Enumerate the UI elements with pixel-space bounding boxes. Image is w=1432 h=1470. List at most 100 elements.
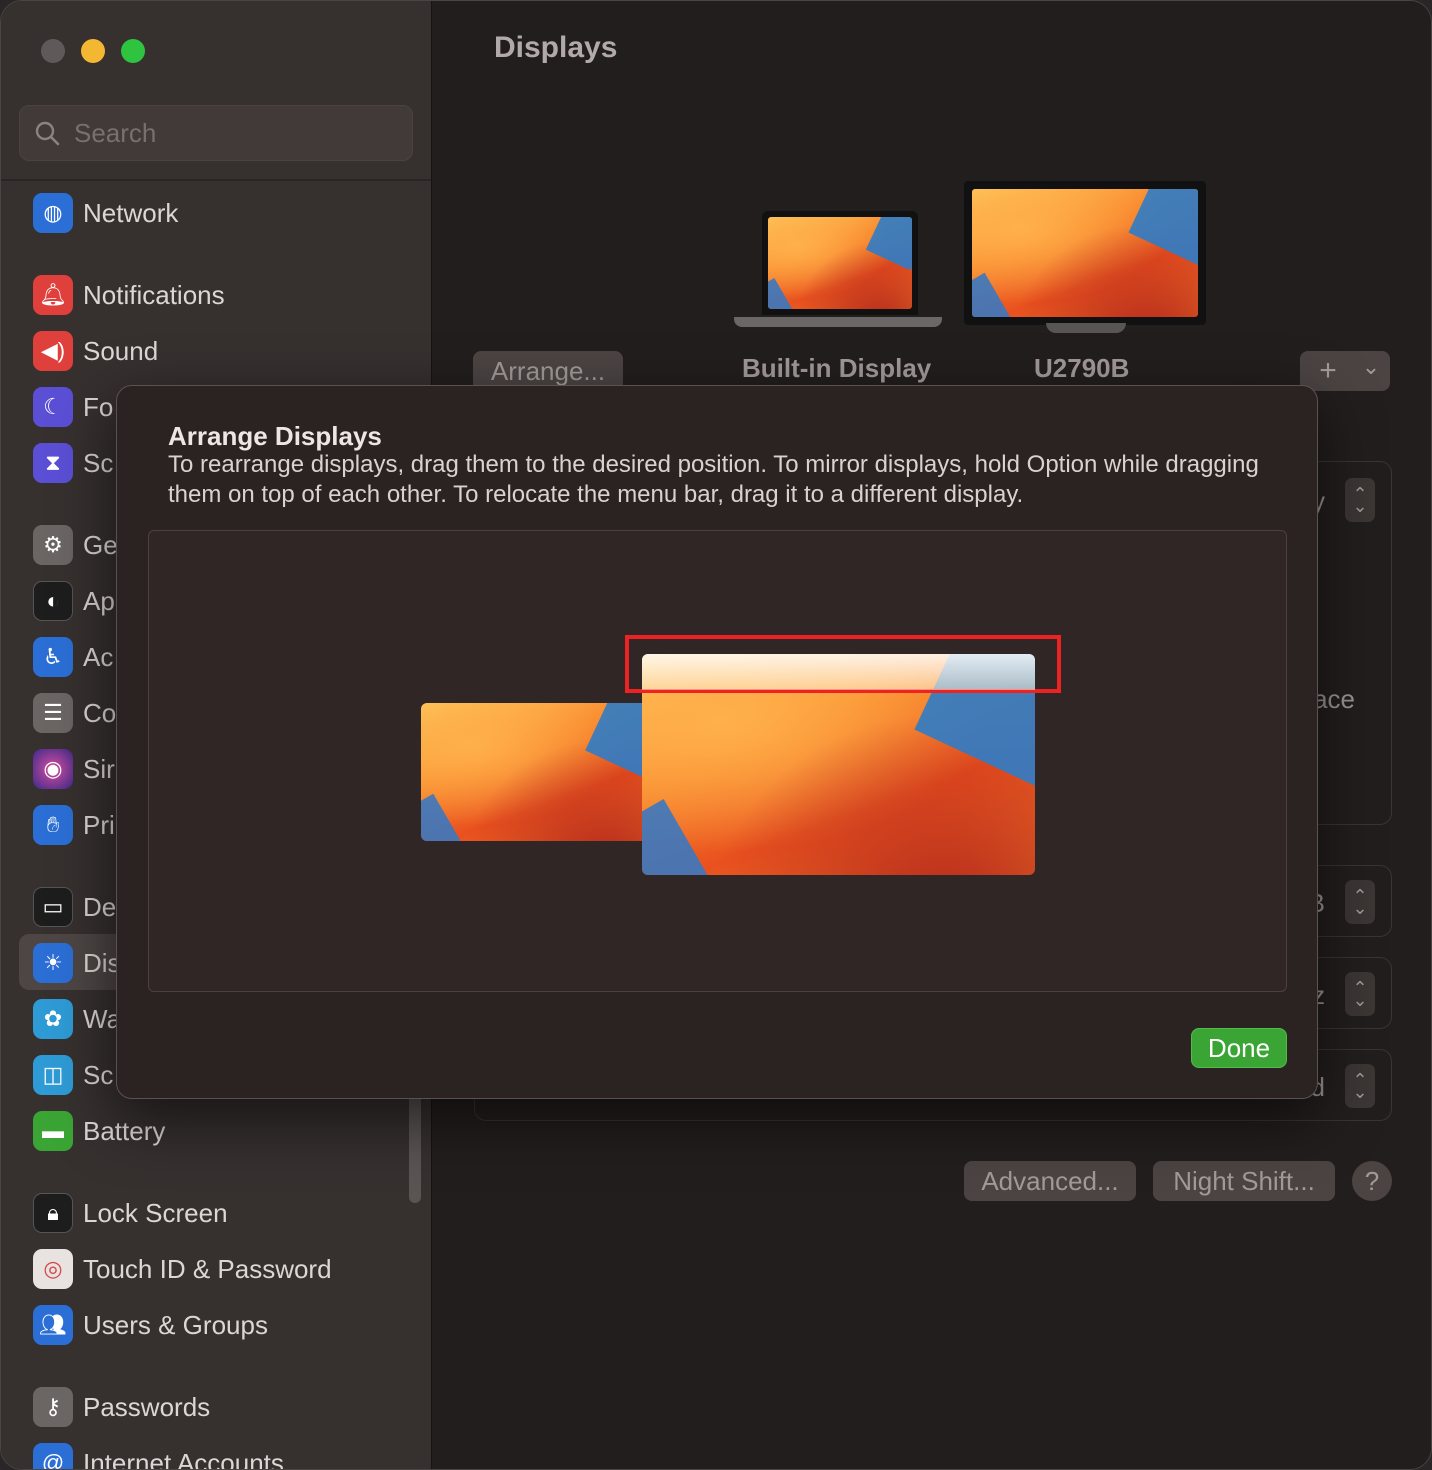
hand-icon: ✋︎ bbox=[33, 805, 73, 845]
sidebar-item-users-groups[interactable]: 👥︎ Users & Groups bbox=[33, 1303, 268, 1347]
search-icon bbox=[35, 121, 60, 146]
laptop-base bbox=[734, 317, 942, 327]
sidebar-item-focus[interactable]: ☾ Fo bbox=[33, 385, 113, 429]
appearance-icon: ◐ bbox=[33, 581, 73, 621]
night-shift-button[interactable]: Night Shift... bbox=[1153, 1161, 1335, 1201]
sidebar-item-label: Sir bbox=[83, 753, 115, 784]
sidebar-item-label: De bbox=[83, 891, 117, 922]
screensaver-icon: ◫ bbox=[33, 1055, 73, 1095]
sidebar-item-label: Internet Accounts bbox=[83, 1447, 284, 1470]
sidebar-item-label: Ge bbox=[83, 529, 118, 560]
monitor-stand bbox=[1046, 323, 1126, 333]
accessibility-icon: ♿︎ bbox=[33, 637, 73, 677]
sidebar-item-label: Ap bbox=[83, 585, 115, 616]
sidebar-item-label: Passwords bbox=[83, 1391, 211, 1422]
menu-bar-handle[interactable] bbox=[642, 654, 1035, 690]
sidebar-item-network[interactable]: ◍ Network bbox=[33, 191, 178, 235]
sidebar-item-label: Dis bbox=[83, 947, 121, 978]
system-settings-window: ◍ Network 🔔︎ Notifications ◀) Sound ☾ Fo… bbox=[0, 0, 1432, 1470]
sidebar-item-sound[interactable]: ◀) Sound bbox=[33, 329, 158, 373]
wallpaper-image bbox=[768, 217, 912, 309]
built-in-display-thumbnail[interactable] bbox=[734, 211, 942, 331]
sidebar-item-displays[interactable]: ☀ Dis bbox=[33, 941, 121, 985]
sidebar-item-accessibility[interactable]: ♿︎ Ac bbox=[33, 635, 113, 679]
sidebar-scrollbar[interactable] bbox=[409, 1091, 421, 1203]
maximize-window-button[interactable] bbox=[121, 39, 145, 63]
hourglass-icon: ⧗ bbox=[33, 443, 73, 483]
sidebar-item-label: Sound bbox=[83, 335, 159, 366]
sidebar-item-label: Pri bbox=[83, 809, 115, 840]
sidebar-divider bbox=[1, 179, 431, 181]
built-in-display-arrangement[interactable] bbox=[421, 703, 659, 841]
key-icon: ⚷ bbox=[33, 1387, 73, 1427]
speaker-icon: ◀) bbox=[33, 331, 73, 371]
sidebar-item-desktop-dock[interactable]: ▭ De bbox=[33, 885, 116, 929]
sidebar-item-label: Fo bbox=[83, 391, 114, 422]
arrange-displays-dialog: Arrange Displays To rearrange displays, … bbox=[116, 385, 1318, 1099]
advanced-button[interactable]: Advanced... bbox=[964, 1161, 1136, 1201]
traffic-lights bbox=[41, 39, 145, 63]
laptop-screen bbox=[762, 211, 918, 315]
sun-icon: ☀ bbox=[33, 943, 73, 983]
setting-label-partial: ace bbox=[1313, 684, 1355, 714]
sidebar-item-general[interactable]: ⚙ Ge bbox=[33, 523, 118, 567]
globe-icon: ◍ bbox=[33, 193, 73, 233]
add-display-button[interactable]: + ⌄ bbox=[1300, 351, 1390, 391]
stepper-icon[interactable]: ⌃ ⌄ bbox=[1345, 972, 1375, 1016]
sidebar-item-label: Ac bbox=[83, 641, 114, 672]
moon-icon: ☾ bbox=[33, 387, 73, 427]
sidebar-item-wallpaper[interactable]: ✿ Wa bbox=[33, 997, 121, 1041]
u2790b-display-arrangement[interactable] bbox=[642, 654, 1035, 875]
sidebar-item-internet-accounts[interactable]: @ Internet Accounts bbox=[33, 1441, 284, 1470]
sidebar-item-screen-time[interactable]: ⧗ Sc bbox=[33, 441, 113, 485]
sidebar-item-label: Battery bbox=[83, 1115, 166, 1146]
sidebar-item-privacy[interactable]: ✋︎ Pri bbox=[33, 803, 115, 847]
sidebar-item-label: Co bbox=[83, 697, 117, 728]
built-in-display-label: Built-in Display bbox=[742, 353, 932, 383]
sidebar-item-label: Network bbox=[83, 197, 179, 228]
wallpaper-image bbox=[972, 189, 1198, 317]
help-button[interactable]: ? bbox=[1352, 1161, 1392, 1201]
dialog-description: To rearrange displays, drag them to the … bbox=[168, 451, 1259, 508]
siri-icon: ◉ bbox=[33, 749, 73, 789]
dialog-title: Arrange Displays bbox=[168, 421, 382, 451]
sidebar-item-label: Users & Groups bbox=[83, 1309, 268, 1340]
u2790b-display-thumbnail[interactable] bbox=[964, 181, 1206, 333]
sidebar-item-appearance[interactable]: ◐ Ap bbox=[33, 579, 115, 623]
sidebar-item-touch-id[interactable]: ◎ Touch ID & Password bbox=[33, 1247, 332, 1291]
bell-icon: 🔔︎ bbox=[33, 275, 73, 315]
done-button[interactable]: Done bbox=[1191, 1028, 1287, 1068]
minimize-window-button[interactable] bbox=[81, 39, 105, 63]
plus-icon: + bbox=[1319, 354, 1337, 387]
sidebar-item-siri[interactable]: ◉ Sir bbox=[33, 747, 115, 791]
page-title: Displays bbox=[494, 31, 618, 64]
lock-icon: 🔒︎ bbox=[33, 1193, 73, 1233]
stepper-icon[interactable]: ⌃ ⌄ bbox=[1345, 478, 1375, 522]
search-field[interactable] bbox=[19, 105, 413, 161]
sidebar-item-control-center[interactable]: ☰ Co bbox=[33, 691, 116, 735]
stepper-icon[interactable]: ⌃ ⌄ bbox=[1345, 1064, 1375, 1108]
sidebar-item-lock-screen[interactable]: 🔒︎ Lock Screen bbox=[33, 1191, 228, 1235]
sidebar-item-passwords[interactable]: ⚷ Passwords bbox=[33, 1385, 210, 1429]
sidebar-item-label: Sc bbox=[83, 447, 114, 478]
search-input[interactable] bbox=[74, 117, 374, 149]
u2790b-display-label: U2790B bbox=[1034, 353, 1130, 383]
wallpaper-image bbox=[421, 703, 659, 841]
close-window-button[interactable] bbox=[41, 39, 65, 63]
sidebar-item-label: Touch ID & Password bbox=[83, 1253, 332, 1284]
sidebar-item-label: Lock Screen bbox=[83, 1197, 228, 1228]
sidebar-item-battery[interactable]: ▬ Battery bbox=[33, 1109, 165, 1153]
at-icon: @ bbox=[33, 1443, 73, 1469]
chevron-down-icon: ⌄ bbox=[1361, 354, 1381, 379]
sidebar-item-notifications[interactable]: 🔔︎ Notifications bbox=[33, 273, 225, 317]
sidebar-item-label: Notifications bbox=[83, 279, 225, 310]
desktop-dock-icon: ▭ bbox=[33, 887, 73, 927]
control-center-icon: ☰ bbox=[33, 693, 73, 733]
flower-icon: ✿ bbox=[33, 999, 73, 1039]
battery-icon: ▬ bbox=[33, 1111, 73, 1151]
sidebar-item-screen-saver[interactable]: ◫ Sc bbox=[33, 1053, 113, 1097]
sidebar-item-label: Sc bbox=[83, 1059, 114, 1090]
display-arrangement-canvas bbox=[148, 530, 1287, 992]
monitor-screen bbox=[964, 181, 1206, 325]
stepper-icon[interactable]: ⌃ ⌄ bbox=[1345, 880, 1375, 924]
